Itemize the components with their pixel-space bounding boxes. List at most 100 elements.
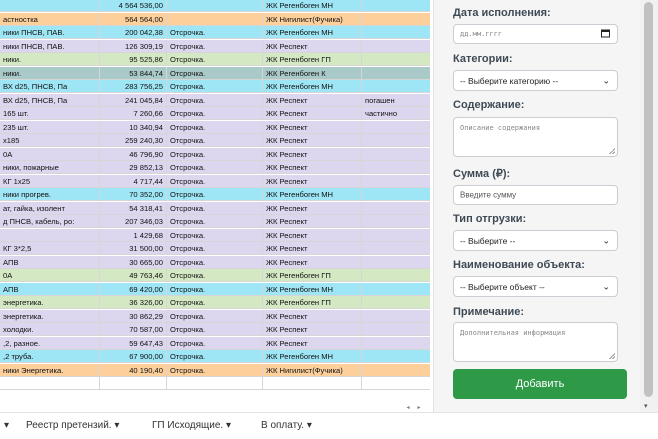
table-cell[interactable]: Отсрочка. [167,161,263,174]
table-row[interactable]: 165 шт. 7 260,66 Отсрочка. ЖК Респект частич… [0,107,430,120]
content-textarea[interactable]: Описание содержания [453,117,618,157]
table-cell[interactable] [362,242,430,255]
table-cell[interactable]: ЖК Респект [263,309,362,323]
table-cell[interactable]: ЖК Регенбоген МН [263,0,362,12]
table-cell[interactable]: 4 717,44 [100,174,167,188]
table-row[interactable]: x185 259 240,30 Отсрочка. ЖК Респект [0,134,430,147]
table-row[interactable]: ники, пожарные 29 852,13 Отсрочка. ЖК Респе… [0,161,430,174]
table-cell[interactable] [362,80,430,93]
scroll-left-icon[interactable]: ◂ [404,404,412,412]
tab-gp-outgoing[interactable]: ГП Исходящие. ▾ [152,413,231,439]
table-cell[interactable]: АПВ [0,282,100,296]
table-row[interactable]: холодки. 70 587,00 Отсрочка. ЖК Респект [0,323,430,336]
resize-grip-icon[interactable] [609,353,615,359]
table-cell[interactable]: ЖК Респект [263,201,362,215]
table-cell[interactable]: 70 352,00 [100,188,167,201]
table-cell[interactable]: ЖК Регенбоген МН [263,350,362,363]
table-cell[interactable]: ЖК Респект [263,228,362,242]
table-cell[interactable] [167,0,263,12]
resize-grip-icon[interactable] [609,148,615,154]
table-cell[interactable]: Отсрочка. [167,269,263,282]
table-row[interactable]: ники прогрев. 70 352,00 Отсрочка. ЖК Регенб… [0,188,430,201]
table-cell[interactable] [362,67,430,80]
table-row[interactable]: 1 429,68 Отсрочка. ЖК Респект [0,228,430,242]
table-cell[interactable]: 4 564 536,00 [100,0,167,12]
table-cell[interactable]: ЖК Респект [263,39,362,53]
table-cell[interactable]: Отсрочка. [167,242,263,255]
table-cell[interactable]: холодки. [0,323,100,336]
table-cell[interactable]: ЖК Респект [263,161,362,174]
table-cell[interactable]: ЖК Респект [263,93,362,107]
table-row[interactable]: энергетика. 30 862,29 Отсрочка. ЖК Респект [0,309,430,323]
table-row[interactable]: ВХ d25, ПНСВ, Па 241 045,84 Отсрочка. ЖК Ре… [0,93,430,107]
table-cell[interactable] [362,26,430,39]
table-row[interactable]: 0А 49 763,46 Отсрочка. ЖК Регенбоген ГП [0,269,430,282]
table-cell[interactable]: 10 340,94 [100,120,167,134]
table-cell[interactable]: Отсрочка. [167,350,263,363]
table-row[interactable]: ники Энергетика. 40 190,40 Отсрочка. ЖК Ниг… [0,363,430,377]
table-cell[interactable]: Отсрочка. [167,107,263,120]
table-cell[interactable]: 564 564,00 [100,12,167,26]
caret-down-icon[interactable]: ▾ [114,420,119,431]
table-cell[interactable] [362,350,430,363]
table-row[interactable] [0,377,430,390]
table-cell[interactable]: 40 190,40 [100,363,167,377]
horizontal-scrollbar[interactable]: ◂ ▸ [0,404,430,412]
table-cell[interactable] [362,296,430,309]
table-cell[interactable]: 31 500,00 [100,242,167,255]
table-cell[interactable]: 235 шт. [0,120,100,134]
table-cell[interactable]: АПВ [0,255,100,269]
table-cell[interactable]: ники. [0,66,100,80]
table-cell[interactable]: Отсрочка. [167,336,263,350]
table-cell[interactable]: ЖК Нигилист(Фучика) [263,363,362,377]
table-cell[interactable]: Отсрочка. [167,120,263,134]
table-cell[interactable] [362,364,430,377]
table-cell[interactable]: астностка [0,12,100,26]
table-cell[interactable] [362,40,430,53]
table-cell[interactable]: 1 429,68 [100,228,167,242]
table-row[interactable]: 4 564 536,00 ЖК Регенбоген МН [0,0,430,12]
table-cell[interactable]: ЖК Регенбоген МН [263,80,362,93]
table-cell[interactable] [362,310,430,323]
table-cell[interactable]: ЖК Респект [263,107,362,120]
table-row[interactable]: ат, гайка, изолент 54 318,41 Отсрочка. ЖК Р… [0,201,430,215]
table-cell[interactable]: ЖК Респект [263,215,362,228]
table-cell[interactable] [362,175,430,188]
table-cell[interactable]: Отсрочка. [167,134,263,147]
table-cell[interactable]: КГ 3*2,5 [0,242,100,255]
table-cell[interactable]: КГ 1x25 [0,174,100,188]
table-cell[interactable] [362,161,430,174]
table-cell[interactable]: x185 [0,134,100,147]
table-cell[interactable]: 53 844,74 [100,66,167,80]
table-cell[interactable]: ЖК Респект [263,336,362,350]
table-cell[interactable]: Отсрочка. [167,80,263,93]
table-cell[interactable] [362,323,430,336]
table-cell[interactable]: д ПНСВ, кабель, ро: [0,215,100,228]
add-button[interactable]: Добавить [453,369,627,399]
table-cell[interactable]: Отсрочка. [167,93,263,107]
table-cell[interactable]: 69 420,00 [100,282,167,296]
caret-down-icon[interactable]: ▾ [4,413,9,439]
table-cell[interactable]: Отсрочка. [167,323,263,336]
caret-down-icon[interactable]: ▾ [226,420,231,431]
table-cell[interactable]: ЖК Регенбоген К [263,66,362,80]
table-cell[interactable] [362,337,430,350]
table-cell[interactable] [362,148,430,161]
table-cell[interactable]: 46 796,90 [100,147,167,161]
table-cell[interactable]: Отсрочка. [167,282,263,296]
table-cell[interactable]: ЖК Респект [263,174,362,188]
table-cell[interactable]: 30 665,00 [100,255,167,269]
table-cell[interactable]: Отсрочка. [167,174,263,188]
table-cell[interactable]: энергетика. [0,309,100,323]
table-cell[interactable] [362,215,430,228]
table-row[interactable]: ники ПНСВ, ПАВ. 126 309,19 Отсрочка. ЖК Рес… [0,39,430,53]
table-cell[interactable] [167,377,263,390]
table-cell[interactable] [362,283,430,296]
caret-down-icon[interactable]: ▾ [307,420,312,431]
shipment-type-select[interactable]: -- Выберите -- ⌄ [453,230,618,251]
table-cell[interactable]: ЖК Регенбоген ГП [263,53,362,66]
table-cell[interactable]: частично [362,107,430,120]
table-row[interactable]: АПВ 30 665,00 Отсрочка. ЖК Респект [0,255,430,269]
table-cell[interactable]: ЖК Регенбоген МН [263,188,362,201]
sum-input[interactable]: Введите сумму [453,185,618,205]
